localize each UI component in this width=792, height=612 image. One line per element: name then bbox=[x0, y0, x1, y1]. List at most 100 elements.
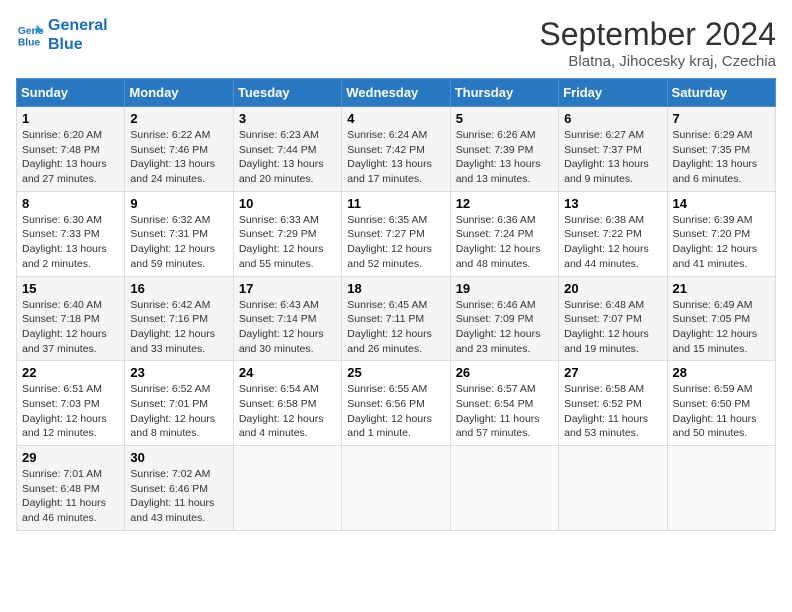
calendar-cell: 11 Sunrise: 6:35 AMSunset: 7:27 PMDayligh… bbox=[342, 191, 450, 276]
logo-icon: General Blue bbox=[16, 21, 44, 49]
day-detail: Sunrise: 6:38 AMSunset: 7:22 PMDaylight:… bbox=[564, 214, 649, 270]
day-detail: Sunrise: 6:45 AMSunset: 7:11 PMDaylight:… bbox=[347, 299, 432, 355]
day-number: 16 bbox=[130, 281, 227, 296]
day-detail: Sunrise: 6:30 AMSunset: 7:33 PMDaylight:… bbox=[22, 214, 107, 270]
day-detail: Sunrise: 6:43 AMSunset: 7:14 PMDaylight:… bbox=[239, 299, 324, 355]
calendar-cell: 3Sunrise: 6:23 AMSunset: 7:44 PMDaylight… bbox=[233, 107, 341, 192]
day-number: 22 bbox=[22, 365, 119, 380]
day-detail: Sunrise: 6:29 AMSunset: 7:35 PMDaylight:… bbox=[673, 129, 758, 185]
day-number: 14 bbox=[673, 196, 770, 211]
weekday-header-saturday: Saturday bbox=[667, 79, 775, 107]
day-number: 18 bbox=[347, 281, 444, 296]
day-number: 24 bbox=[239, 365, 336, 380]
day-detail: Sunrise: 6:36 AMSunset: 7:24 PMDaylight:… bbox=[456, 214, 541, 270]
day-detail: Sunrise: 6:40 AMSunset: 7:18 PMDaylight:… bbox=[22, 299, 107, 355]
day-number: 8 bbox=[22, 196, 119, 211]
calendar-cell: 21Sunrise: 6:49 AMSunset: 7:05 PMDayligh… bbox=[667, 276, 775, 361]
calendar-week-4: 22 Sunrise: 6:51 AMSunset: 7:03 PMDayligh… bbox=[17, 361, 776, 446]
calendar-cell: 15Sunrise: 6:40 AMSunset: 7:18 PMDayligh… bbox=[17, 276, 125, 361]
day-detail: Sunrise: 6:33 AMSunset: 7:29 PMDaylight:… bbox=[239, 214, 324, 270]
day-detail: Sunrise: 6:58 AMSunset: 6:52 PMDaylight:… bbox=[564, 383, 648, 439]
day-detail: Sunrise: 6:57 AMSunset: 6:54 PMDaylight:… bbox=[456, 383, 540, 439]
day-detail: Sunrise: 6:39 AMSunset: 7:20 PMDaylight:… bbox=[673, 214, 758, 270]
day-number: 27 bbox=[564, 365, 661, 380]
day-detail: Sunrise: 6:35 AMSunset: 7:27 PMDaylight:… bbox=[347, 214, 432, 270]
calendar-week-2: 8 Sunrise: 6:30 AMSunset: 7:33 PMDaylight… bbox=[17, 191, 776, 276]
day-number: 10 bbox=[239, 196, 336, 211]
calendar-cell bbox=[233, 446, 341, 531]
day-detail: Sunrise: 7:01 AMSunset: 6:48 PMDaylight:… bbox=[22, 468, 106, 524]
title-block: September 2024 Blatna, Jihocesky kraj, C… bbox=[539, 16, 776, 70]
day-detail: Sunrise: 6:27 AMSunset: 7:37 PMDaylight:… bbox=[564, 129, 649, 185]
calendar-week-5: 29 Sunrise: 7:01 AMSunset: 6:48 PMDayligh… bbox=[17, 446, 776, 531]
day-number: 13 bbox=[564, 196, 661, 211]
day-number: 28 bbox=[673, 365, 770, 380]
day-detail: Sunrise: 6:42 AMSunset: 7:16 PMDaylight:… bbox=[130, 299, 215, 355]
calendar-cell: 4 Sunrise: 6:24 AMSunset: 7:42 PMDaylight… bbox=[342, 107, 450, 192]
logo-text: GeneralBlue bbox=[48, 16, 108, 54]
day-number: 2 bbox=[130, 111, 227, 126]
day-detail: Sunrise: 6:55 AMSunset: 6:56 PMDaylight:… bbox=[347, 383, 432, 439]
day-detail: Sunrise: 6:22 AMSunset: 7:46 PMDaylight:… bbox=[130, 129, 215, 185]
day-detail: Sunrise: 6:20 AMSunset: 7:48 PMDaylight:… bbox=[22, 129, 107, 185]
weekday-header-monday: Monday bbox=[125, 79, 233, 107]
svg-text:Blue: Blue bbox=[18, 37, 41, 48]
day-number: 17 bbox=[239, 281, 336, 296]
calendar-cell: 13 Sunrise: 6:38 AMSunset: 7:22 PMDayligh… bbox=[559, 191, 667, 276]
day-number: 6 bbox=[564, 111, 661, 126]
calendar-cell: 12 Sunrise: 6:36 AMSunset: 7:24 PMDayligh… bbox=[450, 191, 558, 276]
calendar-cell: 25 Sunrise: 6:55 AMSunset: 6:56 PMDayligh… bbox=[342, 361, 450, 446]
day-number: 23 bbox=[130, 365, 227, 380]
calendar-cell: 24 Sunrise: 6:54 AMSunset: 6:58 PMDayligh… bbox=[233, 361, 341, 446]
day-detail: Sunrise: 6:52 AMSunset: 7:01 PMDaylight:… bbox=[130, 383, 215, 439]
calendar-cell: 7 Sunrise: 6:29 AMSunset: 7:35 PMDaylight… bbox=[667, 107, 775, 192]
calendar-week-1: 1 Sunrise: 6:20 AMSunset: 7:48 PMDaylight… bbox=[17, 107, 776, 192]
weekday-header-friday: Friday bbox=[559, 79, 667, 107]
calendar-cell: 14 Sunrise: 6:39 AMSunset: 7:20 PMDayligh… bbox=[667, 191, 775, 276]
day-number: 19 bbox=[456, 281, 553, 296]
logo: General Blue GeneralBlue bbox=[16, 16, 108, 54]
day-number: 1 bbox=[22, 111, 119, 126]
calendar-cell: 9 Sunrise: 6:32 AMSunset: 7:31 PMDaylight… bbox=[125, 191, 233, 276]
day-number: 30 bbox=[130, 450, 227, 465]
calendar-cell: 17 Sunrise: 6:43 AMSunset: 7:14 PMDayligh… bbox=[233, 276, 341, 361]
month-title: September 2024 bbox=[539, 16, 776, 53]
calendar-cell: 30 Sunrise: 7:02 AMSunset: 6:46 PMDayligh… bbox=[125, 446, 233, 531]
day-detail: Sunrise: 6:51 AMSunset: 7:03 PMDaylight:… bbox=[22, 383, 107, 439]
day-number: 9 bbox=[130, 196, 227, 211]
page-header: General Blue GeneralBlue September 2024 … bbox=[16, 16, 776, 70]
day-detail: Sunrise: 6:24 AMSunset: 7:42 PMDaylight:… bbox=[347, 129, 432, 185]
calendar-cell bbox=[450, 446, 558, 531]
calendar-cell: 2 Sunrise: 6:22 AMSunset: 7:46 PMDaylight… bbox=[125, 107, 233, 192]
calendar-cell: 10 Sunrise: 6:33 AMSunset: 7:29 PMDayligh… bbox=[233, 191, 341, 276]
calendar-cell: 22 Sunrise: 6:51 AMSunset: 7:03 PMDayligh… bbox=[17, 361, 125, 446]
calendar-week-3: 15Sunrise: 6:40 AMSunset: 7:18 PMDayligh… bbox=[17, 276, 776, 361]
day-number: 5 bbox=[456, 111, 553, 126]
day-number: 4 bbox=[347, 111, 444, 126]
calendar-cell bbox=[667, 446, 775, 531]
calendar-cell: 8 Sunrise: 6:30 AMSunset: 7:33 PMDaylight… bbox=[17, 191, 125, 276]
day-detail: Sunrise: 6:26 AMSunset: 7:39 PMDaylight:… bbox=[456, 129, 541, 185]
day-detail: Sunrise: 6:48 AMSunset: 7:07 PMDaylight:… bbox=[564, 299, 649, 355]
day-number: 25 bbox=[347, 365, 444, 380]
calendar-cell: 20Sunrise: 6:48 AMSunset: 7:07 PMDayligh… bbox=[559, 276, 667, 361]
calendar-table: SundayMondayTuesdayWednesdayThursdayFrid… bbox=[16, 78, 776, 531]
day-detail: Sunrise: 6:23 AMSunset: 7:44 PMDaylight:… bbox=[239, 129, 324, 185]
day-number: 29 bbox=[22, 450, 119, 465]
calendar-cell: 6 Sunrise: 6:27 AMSunset: 7:37 PMDaylight… bbox=[559, 107, 667, 192]
day-number: 11 bbox=[347, 196, 444, 211]
calendar-cell: 1 Sunrise: 6:20 AMSunset: 7:48 PMDaylight… bbox=[17, 107, 125, 192]
day-number: 12 bbox=[456, 196, 553, 211]
calendar-cell: 18 Sunrise: 6:45 AMSunset: 7:11 PMDayligh… bbox=[342, 276, 450, 361]
day-detail: Sunrise: 6:46 AMSunset: 7:09 PMDaylight:… bbox=[456, 299, 541, 355]
calendar-cell: 16 Sunrise: 6:42 AMSunset: 7:16 PMDayligh… bbox=[125, 276, 233, 361]
day-detail: Sunrise: 6:49 AMSunset: 7:05 PMDaylight:… bbox=[673, 299, 758, 355]
weekday-header-tuesday: Tuesday bbox=[233, 79, 341, 107]
day-detail: Sunrise: 6:32 AMSunset: 7:31 PMDaylight:… bbox=[130, 214, 215, 270]
day-number: 7 bbox=[673, 111, 770, 126]
weekday-header-thursday: Thursday bbox=[450, 79, 558, 107]
day-detail: Sunrise: 7:02 AMSunset: 6:46 PMDaylight:… bbox=[130, 468, 214, 524]
calendar-cell: 26Sunrise: 6:57 AMSunset: 6:54 PMDayligh… bbox=[450, 361, 558, 446]
location: Blatna, Jihocesky kraj, Czechia bbox=[539, 53, 776, 70]
day-detail: Sunrise: 6:54 AMSunset: 6:58 PMDaylight:… bbox=[239, 383, 324, 439]
